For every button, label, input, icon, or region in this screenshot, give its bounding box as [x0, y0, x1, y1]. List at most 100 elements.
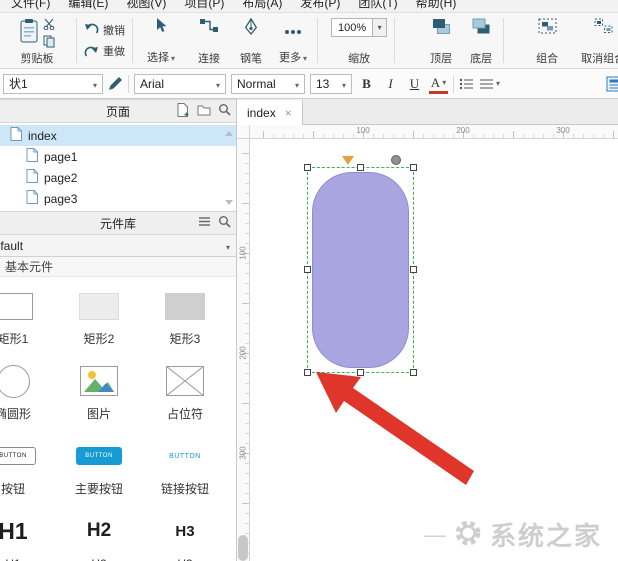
- underline-button[interactable]: U: [405, 74, 424, 94]
- scroll-up-icon[interactable]: [225, 131, 233, 136]
- widget-item[interactable]: 矩形2: [56, 277, 142, 352]
- page-tree-item[interactable]: page1: [0, 146, 236, 167]
- widget-item[interactable]: H2 H2: [56, 502, 142, 561]
- paste-icon[interactable]: [19, 18, 39, 47]
- style-panel-icon[interactable]: [606, 76, 618, 92]
- widget-item[interactable]: H3 H3: [142, 502, 228, 561]
- menu-item[interactable]: 项目(P): [175, 0, 233, 12]
- more-tools-button[interactable]: 更多: [271, 13, 315, 68]
- zoom-caret-button[interactable]: [372, 19, 387, 36]
- library-panel-icons: [198, 212, 231, 234]
- red-arrow-annotation: [316, 372, 474, 485]
- placeholder-widget-icon: [166, 362, 204, 400]
- scrollbar-thumb[interactable]: [238, 535, 248, 561]
- library-section-header[interactable]: 基本元件: [0, 257, 236, 277]
- menu-item[interactable]: 布局(A): [233, 0, 291, 12]
- add-page-icon[interactable]: [177, 102, 190, 120]
- button-widget-icon: BUTTON: [0, 437, 36, 475]
- edit-style-icon[interactable]: [108, 76, 123, 91]
- horizontal-ruler: 100 200 300: [250, 125, 618, 139]
- left-sidebar: 页面 index page1 page2 page3 元件库 fault ▾ 基…: [0, 99, 237, 561]
- search-icon[interactable]: [218, 103, 231, 119]
- widget-label: 链接按钮: [160, 482, 209, 496]
- font-style-select[interactable]: Normal: [231, 73, 305, 94]
- zoom-select[interactable]: 100%: [331, 18, 388, 37]
- connector-icon: [199, 18, 219, 36]
- widget-item[interactable]: H1 H1: [0, 502, 56, 561]
- widget-label: 矩形3: [169, 332, 201, 346]
- tab-index[interactable]: index ×: [237, 100, 303, 125]
- page-icon: [26, 169, 38, 186]
- menu-item[interactable]: 视图(V): [117, 0, 175, 12]
- widget-item[interactable]: BUTTON 按钮: [0, 427, 56, 502]
- menu-item[interactable]: 发布(P): [291, 0, 349, 12]
- italic-button[interactable]: I: [381, 74, 400, 94]
- select-tool-button[interactable]: 选择: [135, 13, 187, 68]
- scroll-down-icon[interactable]: [225, 200, 233, 205]
- list-style-icon[interactable]: [479, 78, 500, 90]
- send-back-icon: [472, 18, 491, 38]
- page-tree-item[interactable]: page2: [0, 167, 236, 188]
- page-tree-label: page3: [44, 191, 78, 206]
- pages-panel-title: 页面: [105, 104, 130, 119]
- vertical-ruler: 100 200 300: [237, 139, 250, 561]
- font-size-select[interactable]: 13: [310, 73, 352, 94]
- main-toolbar: 剪贴板 撤销 重做 选择 连接 钢笔: [0, 13, 618, 69]
- menu-item[interactable]: 帮助(H): [407, 0, 466, 12]
- ungroup-button[interactable]: 取消组合: [568, 13, 618, 68]
- rectangle3-widget-icon: [165, 287, 205, 325]
- connector-tool-button[interactable]: 连接: [187, 13, 231, 68]
- chevron-down-icon: [91, 77, 97, 91]
- menu-item[interactable]: 编辑(E): [59, 0, 117, 12]
- library-panel-title: 元件库: [99, 216, 136, 231]
- ruler-mark: 300: [238, 446, 248, 460]
- folder-icon[interactable]: [197, 104, 211, 119]
- h2-widget-icon: H2: [86, 520, 112, 541]
- send-back-button[interactable]: 底层: [461, 13, 501, 68]
- widget-item[interactable]: 椭圆形: [0, 352, 56, 427]
- widget-style-select[interactable]: 状1: [3, 73, 103, 94]
- undo-button[interactable]: 撤销: [84, 22, 125, 40]
- library-select[interactable]: Default: [0, 235, 236, 257]
- menu-item[interactable]: 团队(T): [349, 0, 406, 12]
- page-tree-item[interactable]: index: [0, 125, 236, 146]
- zoom-section: 100% 缩放: [326, 13, 392, 68]
- page-icon: [10, 127, 22, 144]
- copy-icon[interactable]: [43, 35, 55, 51]
- cut-icon[interactable]: [43, 18, 55, 33]
- font-family-select[interactable]: Arial: [134, 73, 226, 94]
- toolbar-divider: [394, 18, 396, 63]
- bold-button[interactable]: B: [357, 74, 376, 94]
- bring-front-button[interactable]: 顶层: [421, 13, 461, 68]
- pen-icon: [244, 17, 258, 38]
- chevron-down-icon: [340, 77, 346, 91]
- page-tree-item[interactable]: page3: [0, 188, 236, 209]
- redo-button[interactable]: 重做: [84, 43, 125, 61]
- undo-icon: [84, 23, 99, 39]
- menu-item[interactable]: 文件(F): [2, 0, 59, 12]
- font-color-button[interactable]: A: [429, 74, 448, 94]
- group-button[interactable]: 组合: [526, 13, 568, 68]
- menu-bar: 文件(F) 编辑(E) 视图(V) 项目(P) 布局(A) 发布(P) 团队(T…: [0, 0, 618, 13]
- widget-item[interactable]: 占位符: [142, 352, 228, 427]
- widget-item[interactable]: BUTTON 主要按钮: [56, 427, 142, 502]
- widget-item[interactable]: 矩形1: [0, 277, 56, 352]
- hamburger-menu-icon[interactable]: [198, 216, 211, 230]
- widget-item[interactable]: 图片: [56, 352, 142, 427]
- design-canvas[interactable]: — 系统之家: [250, 139, 618, 561]
- bring-front-icon: [432, 18, 451, 38]
- pages-tree: index page1 page2 page3: [0, 123, 236, 211]
- widget-item[interactable]: 矩形3: [142, 277, 228, 352]
- widget-label: 图片: [86, 407, 111, 421]
- widget-label: 矩形1: [0, 332, 29, 346]
- button-widget-text: BUTTON: [0, 447, 36, 465]
- font-size-value: 13: [316, 76, 330, 91]
- search-icon[interactable]: [218, 215, 231, 231]
- toolbar-divider: [76, 18, 77, 63]
- close-icon[interactable]: ×: [285, 107, 292, 119]
- pen-tool-button[interactable]: 钢笔: [231, 13, 271, 68]
- bullet-list-icon[interactable]: [459, 78, 474, 90]
- group-label: 组合: [536, 53, 559, 65]
- watermark-text: 系统之家: [489, 521, 602, 551]
- widget-item[interactable]: BUTTON 链接按钮: [142, 427, 228, 502]
